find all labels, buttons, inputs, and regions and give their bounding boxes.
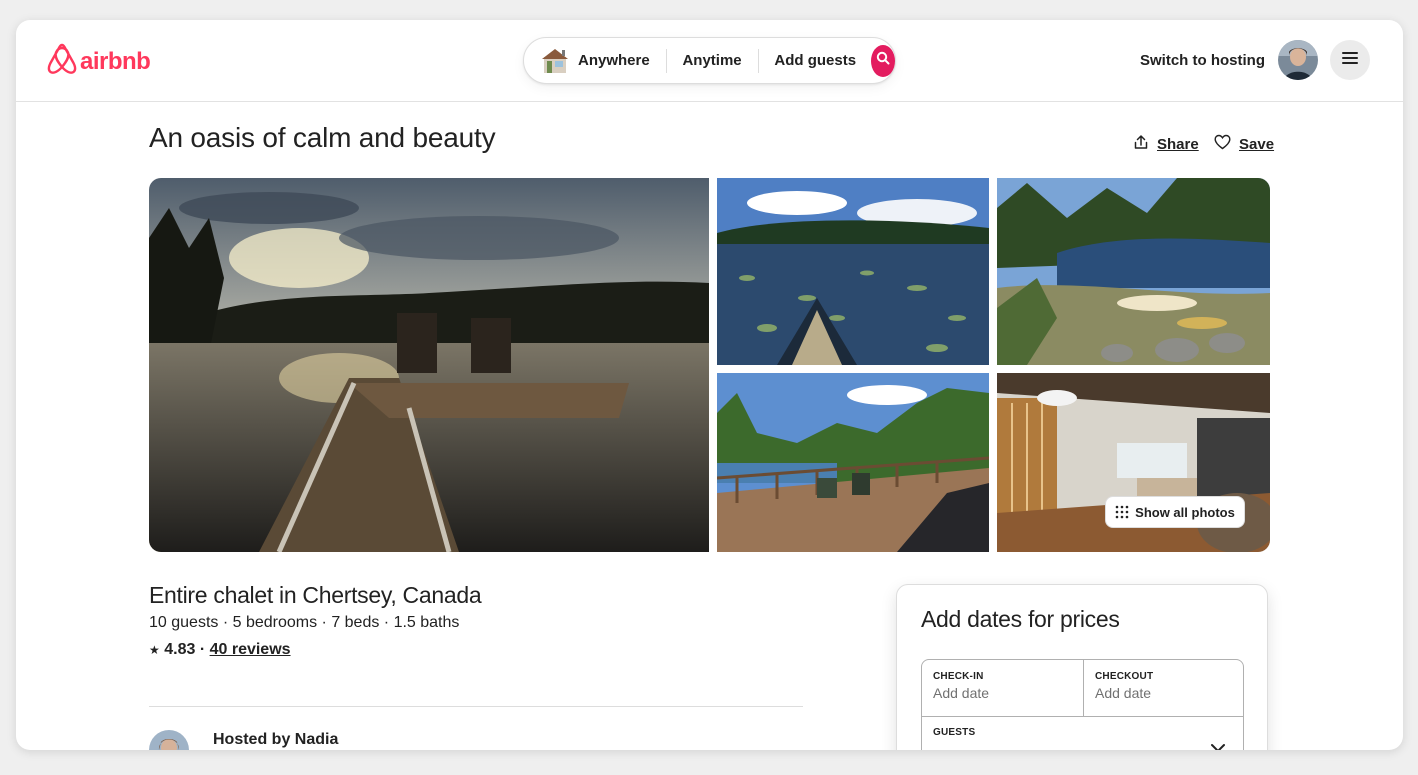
guests-label: GUESTS (933, 727, 976, 738)
heart-icon (1214, 134, 1239, 154)
share-icon (1133, 134, 1157, 154)
booking-title: Add dates for prices (921, 606, 1120, 632)
save-button[interactable]: Save (1214, 134, 1274, 154)
checkin-field[interactable]: CHECK-IN Add date (933, 671, 1073, 701)
add-guests-button[interactable]: Add guests (774, 52, 856, 69)
booking-card: Add dates for prices CHECK-IN Add date C… (896, 584, 1268, 750)
section-divider (149, 706, 803, 707)
star-icon: ★ (149, 643, 160, 657)
user-avatar[interactable] (1278, 40, 1318, 80)
show-all-photos-label: Show all photos (1135, 504, 1235, 520)
search-divider (665, 48, 667, 73)
browser-page: airbnb Anywhere Anytime Add guests Switc… (16, 20, 1403, 750)
hamburger-icon (1342, 51, 1358, 69)
checkin-value: Add date (933, 685, 990, 701)
airbnb-logo[interactable]: airbnb (47, 43, 151, 81)
lakeshore-canoes-photo[interactable] (997, 178, 1270, 365)
airbnb-wordmark: airbnb (80, 48, 151, 75)
save-label: Save (1239, 135, 1275, 153)
search-bar[interactable]: Anywhere Anytime Add guests (523, 37, 896, 84)
anywhere-button[interactable]: Anywhere (578, 52, 650, 69)
search-icon (876, 51, 890, 70)
search-button[interactable] (871, 44, 895, 77)
listing-title: An oasis of calm and beauty (149, 122, 496, 153)
top-header: airbnb Anywhere Anytime Add guests Switc… (16, 20, 1403, 102)
canoe-on-lake-photo[interactable] (717, 178, 989, 365)
search-divider (757, 48, 759, 73)
rating-separator: · (199, 641, 206, 658)
deck-overlooking-lake-photo[interactable] (717, 373, 989, 552)
anytime-button[interactable]: Anytime (682, 52, 741, 69)
date-divider (1083, 660, 1084, 716)
guests-field[interactable]: GUESTS (933, 727, 1223, 738)
airbnb-logo-icon (47, 43, 77, 81)
switch-to-hosting-link[interactable]: Switch to hosting (1140, 52, 1265, 69)
photo-gallery (149, 178, 1270, 552)
checkout-field[interactable]: CHECKOUT Add date (1095, 671, 1235, 701)
host-avatar[interactable] (149, 730, 189, 750)
share-button[interactable]: Share (1133, 134, 1199, 154)
guests-divider (922, 716, 1243, 717)
house-icon (540, 47, 570, 75)
checkout-value: Add date (1095, 685, 1152, 701)
share-label: Share (1157, 135, 1199, 153)
show-all-photos-button[interactable]: Show all photos (1105, 496, 1245, 528)
reviews-link[interactable]: 40 reviews (210, 641, 291, 658)
checkout-label: CHECKOUT (1095, 671, 1154, 682)
date-picker: CHECK-IN Add date CHECKOUT Add date GUES… (921, 659, 1244, 750)
grid-icon (1115, 505, 1129, 519)
listing-details: 10 guests · 5 bedrooms · 7 beds · 1.5 ba… (149, 614, 460, 631)
chevron-down-icon[interactable] (1210, 740, 1226, 750)
hosted-by-heading: Hosted by Nadia (213, 731, 339, 748)
rating-value: 4.83 (164, 641, 196, 658)
checkin-label: CHECK-IN (933, 671, 984, 682)
listing-type-heading: Entire chalet in Chertsey, Canada (149, 582, 482, 608)
rating-row: ★ 4.83 · 40 reviews (149, 641, 291, 659)
dock-at-sunset-photo[interactable] (149, 178, 709, 552)
menu-button[interactable] (1330, 40, 1370, 80)
